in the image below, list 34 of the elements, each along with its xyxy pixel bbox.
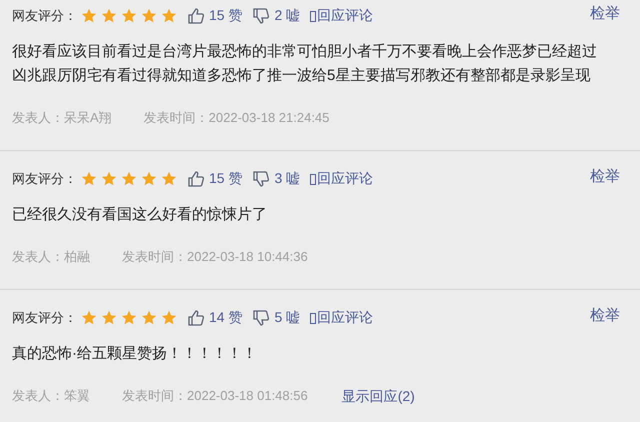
report-link[interactable]: 检举 <box>590 4 620 22</box>
comment-text: 已经很久没有看国这么好看的惊悚片了 <box>12 205 268 225</box>
author: 发表人：柏融 <box>12 248 90 266</box>
reply-icon <box>310 10 316 22</box>
report-link[interactable]: 检举 <box>590 166 620 186</box>
show-replies-link[interactable]: 显示回应(2) <box>342 386 415 406</box>
rating-label: 网友评分： <box>12 309 77 327</box>
reply-link[interactable]: 回应评论 <box>317 309 374 327</box>
author: 发表人：呆呆A翔 <box>12 109 112 127</box>
thumbs-up-icon[interactable] <box>187 7 205 25</box>
like-count: 15 赞 <box>209 170 242 188</box>
thumbs-down-icon[interactable] <box>252 7 270 25</box>
reply-icon <box>310 312 316 324</box>
dislike-count: 3 嘘 <box>274 170 300 188</box>
like-count: 14 赞 <box>209 309 242 327</box>
dislike-count: 2 嘘 <box>274 7 300 25</box>
reply-link[interactable]: 回应评论 <box>317 7 374 25</box>
thumbs-down-icon[interactable] <box>252 170 270 188</box>
report-link[interactable]: 检举 <box>590 306 620 324</box>
reply-link[interactable]: 回应评论 <box>317 170 374 188</box>
rating-label: 网友评分： <box>12 170 77 188</box>
thumbs-down-icon[interactable] <box>252 309 270 327</box>
post-time: 发表时间：2022-03-18 21:24:45 <box>144 109 330 127</box>
thumbs-up-icon[interactable] <box>187 170 205 188</box>
author: 发表人：笨翼 <box>12 387 90 405</box>
comment-text: 很好看应该目前看过是台湾片最恐怖的非常可怕胆小者千万不要看晚上会作恶梦已经超过凶兆跟厉阴宅有看过得就知道多恐怖了推一波给5星主要描写邪教还有整部都是录影呈现 <box>12 42 598 86</box>
like-count: 15 赞 <box>209 7 242 25</box>
rating-label: 网友评分： <box>12 7 77 25</box>
comment-text: 真的恐怖·给五颗星赞扬！！！！！！ <box>12 344 258 364</box>
post-time: 发表时间：2022-03-18 10:44:36 <box>122 248 308 266</box>
dislike-count: 5 嘘 <box>274 309 300 327</box>
reply-icon <box>310 174 316 184</box>
thumbs-up-icon[interactable] <box>187 309 205 327</box>
post-time: 发表时间：2022-03-18 01:48:56 <box>122 387 308 405</box>
